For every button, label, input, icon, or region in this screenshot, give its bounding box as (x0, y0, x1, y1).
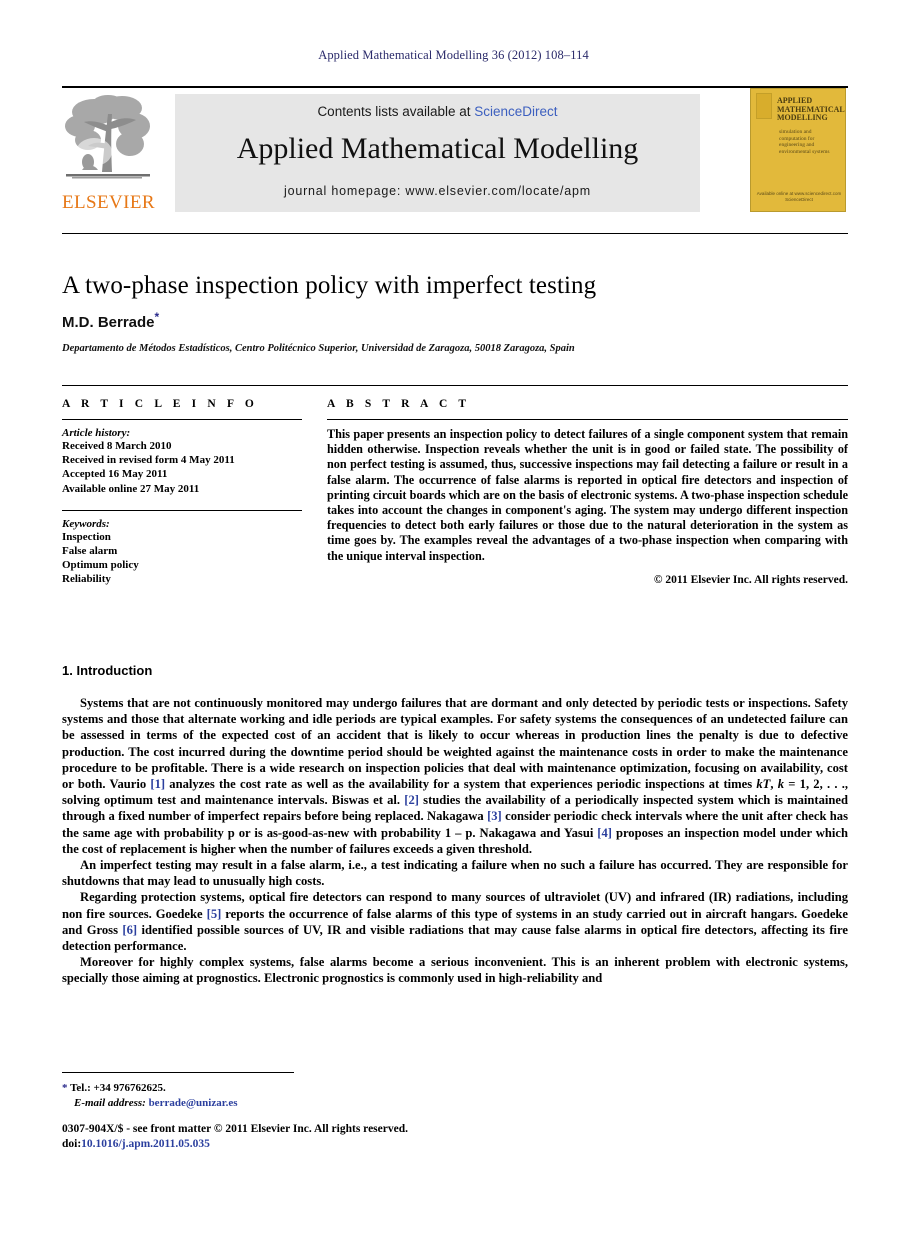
p1-text-b: analyzes the cost rate as well as the av… (165, 777, 757, 792)
footnote-email-line: E-mail address: berrade@unizar.es (62, 1096, 562, 1111)
elsevier-logo: ELSEVIER (62, 92, 155, 214)
cover-subtitle: simulation and computation for engineeri… (779, 129, 830, 155)
article-history-label: Article history: (62, 427, 131, 439)
citation-link-3[interactable]: [3] (487, 809, 502, 823)
running-head: Applied Mathematical Modelling 36 (2012)… (318, 48, 589, 62)
journal-cover-thumbnail: APPLIED MATHEMATICAL MODELLING simulatio… (750, 88, 846, 212)
info-top-rule (62, 385, 848, 386)
footnote-email-link[interactable]: berrade@unizar.es (149, 1097, 238, 1109)
doi-label: doi: (62, 1138, 82, 1150)
paragraph-2: An imperfect testing may result in a fal… (62, 858, 848, 889)
p1-text-c: , (770, 777, 778, 792)
cover-publisher-strip (756, 93, 772, 119)
keywords-block: Keywords: Inspection False alarm Optimum… (62, 509, 302, 587)
abstract-heading: A B S T R A C T (327, 398, 471, 410)
sciencedirect-link[interactable]: ScienceDirect (474, 104, 557, 119)
history-item: Available online 27 May 2011 (62, 482, 200, 495)
keywords-divider (62, 509, 302, 511)
imprint-issn-line: 0307-904X/$ - see front matter © 2011 El… (62, 1123, 408, 1135)
contents-available-line: Contents lists available at ScienceDirec… (175, 104, 700, 119)
citation-link-4[interactable]: [4] (597, 826, 612, 840)
citation-link-6[interactable]: [6] (122, 923, 137, 937)
abstract-copyright: © 2011 Elsevier Inc. All rights reserved… (653, 573, 848, 586)
affiliation: Departamento de Métodos Estadísticos, Ce… (62, 343, 575, 354)
abstract-text: This paper presents an inspection policy… (327, 427, 848, 563)
imprint-block: 0307-904X/$ - see front matter © 2011 El… (62, 1122, 622, 1152)
corresponding-author-marker: * (154, 310, 160, 324)
article-info-divider (62, 419, 302, 420)
footnote-rule (62, 1072, 294, 1073)
footnote-tel: Tel.: +34 976762625. (70, 1082, 166, 1094)
keywords-label: Keywords: (62, 517, 110, 530)
citation-link-2[interactable]: [2] (404, 793, 419, 807)
history-item: Received 8 March 2010 (62, 440, 172, 452)
history-item: Received in revised form 4 May 2011 (62, 454, 235, 467)
keyword-item: Inspection (62, 530, 111, 543)
keyword-item: False alarm (62, 545, 118, 558)
journal-title: Applied Mathematical Modelling (236, 132, 639, 165)
journal-homepage-link[interactable]: journal homepage: www.elsevier.com/locat… (175, 184, 700, 198)
footnote-block: * Tel.: +34 976762625. E-mail address: b… (62, 1081, 562, 1110)
section-heading-introduction: 1. Introduction (62, 663, 153, 678)
history-item: Accepted 16 May 2011 (62, 468, 168, 481)
body-content: 1. Introduction Systems that are not con… (62, 663, 848, 987)
abstract-divider (327, 419, 848, 420)
doi-link[interactable]: 10.1016/j.apm.2011.05.035 (81, 1138, 210, 1150)
masthead-top-rule (62, 86, 848, 88)
footnote-email-label: E-mail address: (74, 1096, 146, 1109)
imprint-doi-line: doi:10.1016/j.apm.2011.05.035 (62, 1137, 622, 1152)
article-info-heading: A R T I C L E I N F O (62, 398, 258, 410)
keyword-item: Optimum policy (62, 559, 139, 572)
paragraph-3: Regarding protection systems, optical fi… (62, 889, 848, 954)
article-info-column: A R T I C L E I N F O Article history: R… (62, 398, 302, 587)
paragraph-4: Moreover for highly complex systems, fal… (62, 955, 848, 986)
paper-page: Applied Mathematical Modelling 36 (2012)… (0, 0, 907, 1238)
cover-title: APPLIED MATHEMATICAL MODELLING (777, 96, 845, 122)
author-name: M.D. Berrade (62, 314, 155, 331)
contents-prefix: Contents lists available at (317, 104, 475, 119)
footnote-star-marker: * (62, 1082, 68, 1094)
elsevier-tree-icon (64, 92, 152, 187)
elsevier-wordmark: ELSEVIER (62, 192, 155, 213)
masthead-bottom-rule (62, 233, 848, 234)
journal-masthead: ELSEVIER Contents lists available at Sci… (62, 86, 848, 214)
footnote-tel-line: * Tel.: +34 976762625. (62, 1081, 562, 1096)
abstract-column: A B S T R A C T This paper presents an i… (327, 398, 848, 586)
citation-link-1[interactable]: [1] (150, 777, 165, 791)
keyword-item: Reliability (62, 573, 111, 586)
sciencedirect-banner: Contents lists available at ScienceDirec… (175, 94, 700, 212)
paragraph-1: Systems that are not continuously monito… (62, 695, 848, 857)
cover-footer: Available online at www.sciencedirect.co… (756, 191, 842, 202)
p1-math-kT: kT (756, 777, 771, 792)
author-list: M.D. Berrade* (62, 310, 848, 331)
page-title: A two-phase inspection policy with imper… (62, 272, 597, 299)
citation-link-5[interactable]: [5] (207, 907, 222, 921)
p3-text-c: identified possible sources of UV, IR an… (62, 922, 848, 954)
